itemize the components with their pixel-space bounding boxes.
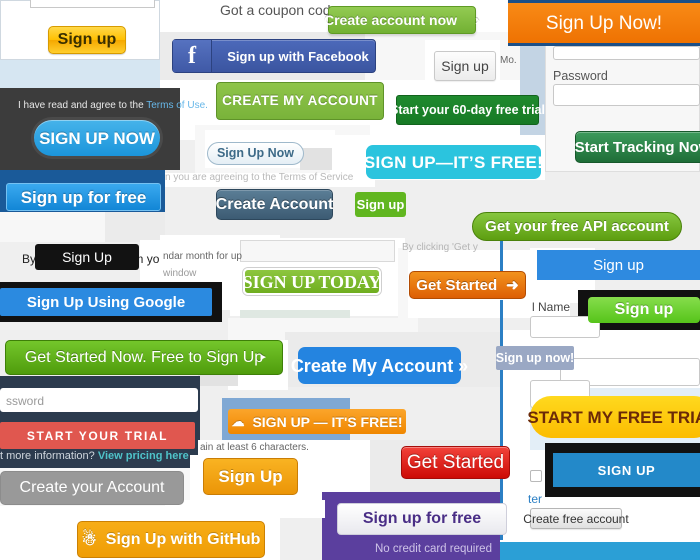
mo-fragment: Mo. (500, 55, 517, 66)
signup-yellow-button[interactable]: Sign up (48, 26, 126, 54)
panel-cyan-left-tab (300, 148, 332, 170)
signup-facebook-label: Sign up with Facebook (227, 48, 369, 64)
github-octocat-icon: ☃ (81, 530, 97, 549)
sign-up-now-soft-pill-button[interactable]: Sign Up Now (207, 142, 304, 165)
sign-up-now-orange-button[interactable]: Sign Up Now! (508, 0, 700, 46)
start-your-trial-red-button[interactable]: START YOUR TRIAL (0, 422, 195, 449)
sign-up-blue-blackframe-button[interactable]: SIGN UP (553, 453, 700, 487)
sign-up-today-button[interactable]: SIGN UP TODAY (243, 268, 381, 295)
create-your-account-grey-button[interactable]: Create your Account (0, 471, 184, 505)
sign-up-amber-button[interactable]: Sign Up (203, 458, 298, 495)
password-label: Password (553, 69, 608, 83)
create-account-now-label: Create account now (323, 12, 458, 28)
password-field[interactable] (553, 84, 700, 106)
signup-green-small-button[interactable]: Sign up (355, 192, 406, 217)
create-my-account-button[interactable]: CREATE MY ACCOUNT (216, 82, 384, 120)
view-pricing-link[interactable]: View pricing here (98, 450, 189, 462)
sign-up-now-muted-button[interactable]: Sign up now! (496, 346, 574, 370)
signup-facebook-button[interactable]: f Sign up with Facebook (172, 39, 376, 73)
panel-today-input (240, 240, 395, 262)
start-tracking-now-button[interactable]: Start Tracking Now (575, 131, 700, 163)
create-account-now-button[interactable]: Create account now › (324, 6, 480, 34)
sign-up-now-blue-pill-button[interactable]: SIGN UP NOW (34, 120, 160, 156)
create-account-slate-button[interactable]: Create Account (216, 189, 333, 220)
terms-checkbox[interactable] (530, 470, 542, 482)
cloud-icon: ☁ (231, 414, 245, 429)
panel-topleft-input (30, 0, 155, 8)
panel-under-blue (0, 212, 105, 242)
sign-up-with-github-button[interactable]: ☃ Sign Up with GitHub (77, 521, 265, 558)
panel-under-blue2 (105, 212, 165, 242)
no-credit-card-note: No credit card required (375, 543, 492, 555)
chevron-right-icon: › (475, 11, 481, 29)
sign-up-its-free-orange-button[interactable]: ☁ SIGN UP — IT'S FREE! (228, 409, 406, 434)
sign-up-its-free-orange-label: SIGN UP — IT'S FREE! (252, 413, 403, 430)
pricing-prefix: t more information? (0, 450, 98, 462)
create-free-account-button[interactable]: Create free account (523, 508, 629, 529)
month-note-1: ndar month for up (163, 251, 242, 262)
name-label: l Name (532, 300, 571, 314)
create-my-account-blue-button[interactable]: Create My Account » (291, 347, 468, 384)
get-free-api-account-button[interactable]: Get your free API account (472, 212, 682, 241)
panel-topleft-footer (0, 60, 160, 88)
terms-of-use-link[interactable]: Terms of Use. (146, 100, 208, 111)
get-started-now-free-button[interactable]: Get Started Now. Free to Sign Up ▸ (5, 340, 283, 375)
facebook-f-icon: f (173, 40, 212, 72)
email-field[interactable] (553, 46, 700, 60)
chevron-small-icon: ▸ (260, 351, 266, 363)
sign-up-for-free-purple-button[interactable]: Sign up for free (337, 503, 507, 535)
terms-text: I have read and agree to the Terms of Us… (18, 100, 208, 111)
coupon-text: Got a coupon code (220, 2, 339, 18)
sign-up-using-google-button[interactable]: Sign Up Using Google (0, 288, 212, 316)
panel-amber-divider (165, 500, 325, 518)
get-started-red-button[interactable]: Get Started (401, 446, 510, 479)
get-started-now-label: Get Started Now. Free to Sign Up (24, 348, 264, 366)
get-started-orange-label: Get Started (416, 276, 498, 294)
agree-fragment: n you are agreeing to the Terms of Servi… (165, 172, 354, 183)
panel-bottom-blue-strip (500, 540, 700, 560)
start-60-day-trial-button[interactable]: Start your 60-day free trial (390, 95, 545, 125)
signup-green-blackframe-button[interactable]: Sign up (588, 297, 700, 323)
arrow-right-icon: ➜ (506, 276, 519, 294)
terms-fragment: ter (528, 492, 543, 506)
signup-flat-blue-button[interactable]: Sign up (537, 250, 700, 280)
chars-note: ain at least 6 characters. (200, 442, 309, 453)
sign-up-with-github-label: Sign Up with GitHub (105, 530, 261, 548)
month-note-2: window (163, 268, 197, 279)
start-my-free-trial-button[interactable]: START MY FREE TRIAL (527, 396, 700, 438)
signup-plain-button[interactable]: Sign up (434, 51, 496, 81)
panel-getstarted-edge (398, 248, 408, 318)
sign-up-for-free-blue-button[interactable]: Sign up for free (6, 183, 161, 211)
sign-up-its-free-cyan-button[interactable]: SIGN UP—IT’S FREE! (364, 145, 543, 179)
pricing-note: t more information? View pricing here (0, 450, 189, 462)
by-clicking-note: By clicking 'Get y (402, 242, 478, 253)
sign-up-black-button[interactable]: Sign Up (35, 244, 139, 270)
terms-prefix: I have read and agree to the (18, 100, 147, 111)
password-placeholder: ssword (6, 394, 45, 408)
collage-canvas: Got a coupon code Mo. Password I have re… (0, 0, 700, 560)
get-started-orange-button[interactable]: Get Started ➜ (409, 271, 526, 299)
